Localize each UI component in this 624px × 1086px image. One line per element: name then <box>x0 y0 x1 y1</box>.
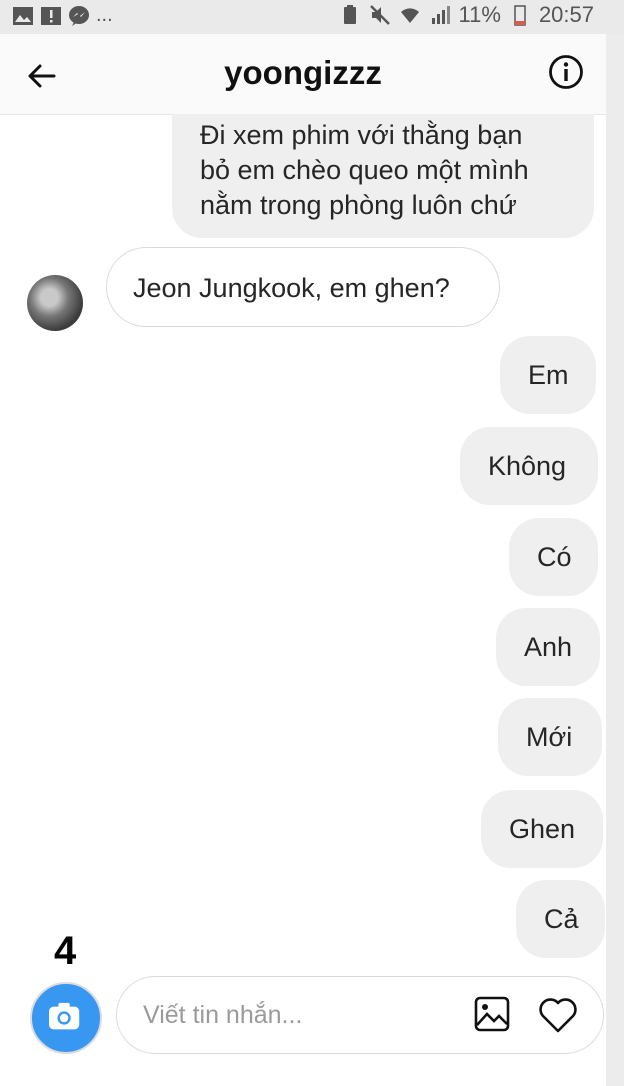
message-bubble-sent[interactable]: Không <box>460 427 598 505</box>
message-bubble-sent[interactable]: Anh <box>496 608 600 686</box>
message-line: Đi xem phim với thằng bạn <box>200 120 523 150</box>
message-bubble-sent[interactable]: Đi xem phim với thằng bạn bỏ em chèo que… <box>172 114 594 238</box>
message-bubble-received[interactable]: Jeon Jungkook, em ghen? <box>106 247 500 327</box>
status-bar: ... 11% 20:57 <box>0 0 624 34</box>
message-input-placeholder: Viết tin nhắn... <box>143 1001 303 1029</box>
overlay-number: 4 <box>54 929 77 973</box>
heart-icon[interactable] <box>537 995 579 1035</box>
wifi-icon <box>400 8 419 23</box>
message-bubble-sent[interactable]: Em <box>500 336 596 414</box>
camera-icon <box>49 1002 80 1030</box>
message-input[interactable]: Viết tin nhắn... <box>116 976 604 1054</box>
battery-icon <box>514 5 526 26</box>
image-icon[interactable] <box>473 995 511 1033</box>
status-bar-notifications: ... <box>12 4 113 27</box>
avatar[interactable] <box>27 275 83 331</box>
message-bubble-sent[interactable]: Ghen <box>481 790 603 868</box>
message-bubble-sent[interactable]: Mới <box>498 698 602 776</box>
alert-icon <box>41 6 61 25</box>
signal-icon <box>431 6 450 24</box>
message-bubble-sent[interactable]: Có <box>509 518 598 596</box>
message-line: bỏ em chèo queo một mình <box>200 155 529 185</box>
battery-saver-icon <box>343 5 356 24</box>
message-bubble-sent[interactable]: Cả <box>516 880 605 958</box>
chat-title[interactable]: yoongizzz <box>0 54 606 92</box>
message-line: nằm trong phòng luôn chứ <box>200 190 517 220</box>
image-icon <box>13 6 33 25</box>
messenger-icon <box>69 5 89 26</box>
status-bar-system: 11% 20:57 <box>339 2 594 28</box>
chat-screen: yoongizzz Đi xem phim với thằng bạn bỏ e… <box>0 34 606 1086</box>
battery-percent: 11% <box>458 2 501 27</box>
info-icon[interactable] <box>548 54 584 90</box>
mute-icon <box>369 5 390 25</box>
camera-button[interactable] <box>30 982 102 1054</box>
clock: 20:57 <box>538 2 594 27</box>
status-more-indicator: ... <box>96 4 113 26</box>
chat-header: yoongizzz <box>0 34 606 115</box>
